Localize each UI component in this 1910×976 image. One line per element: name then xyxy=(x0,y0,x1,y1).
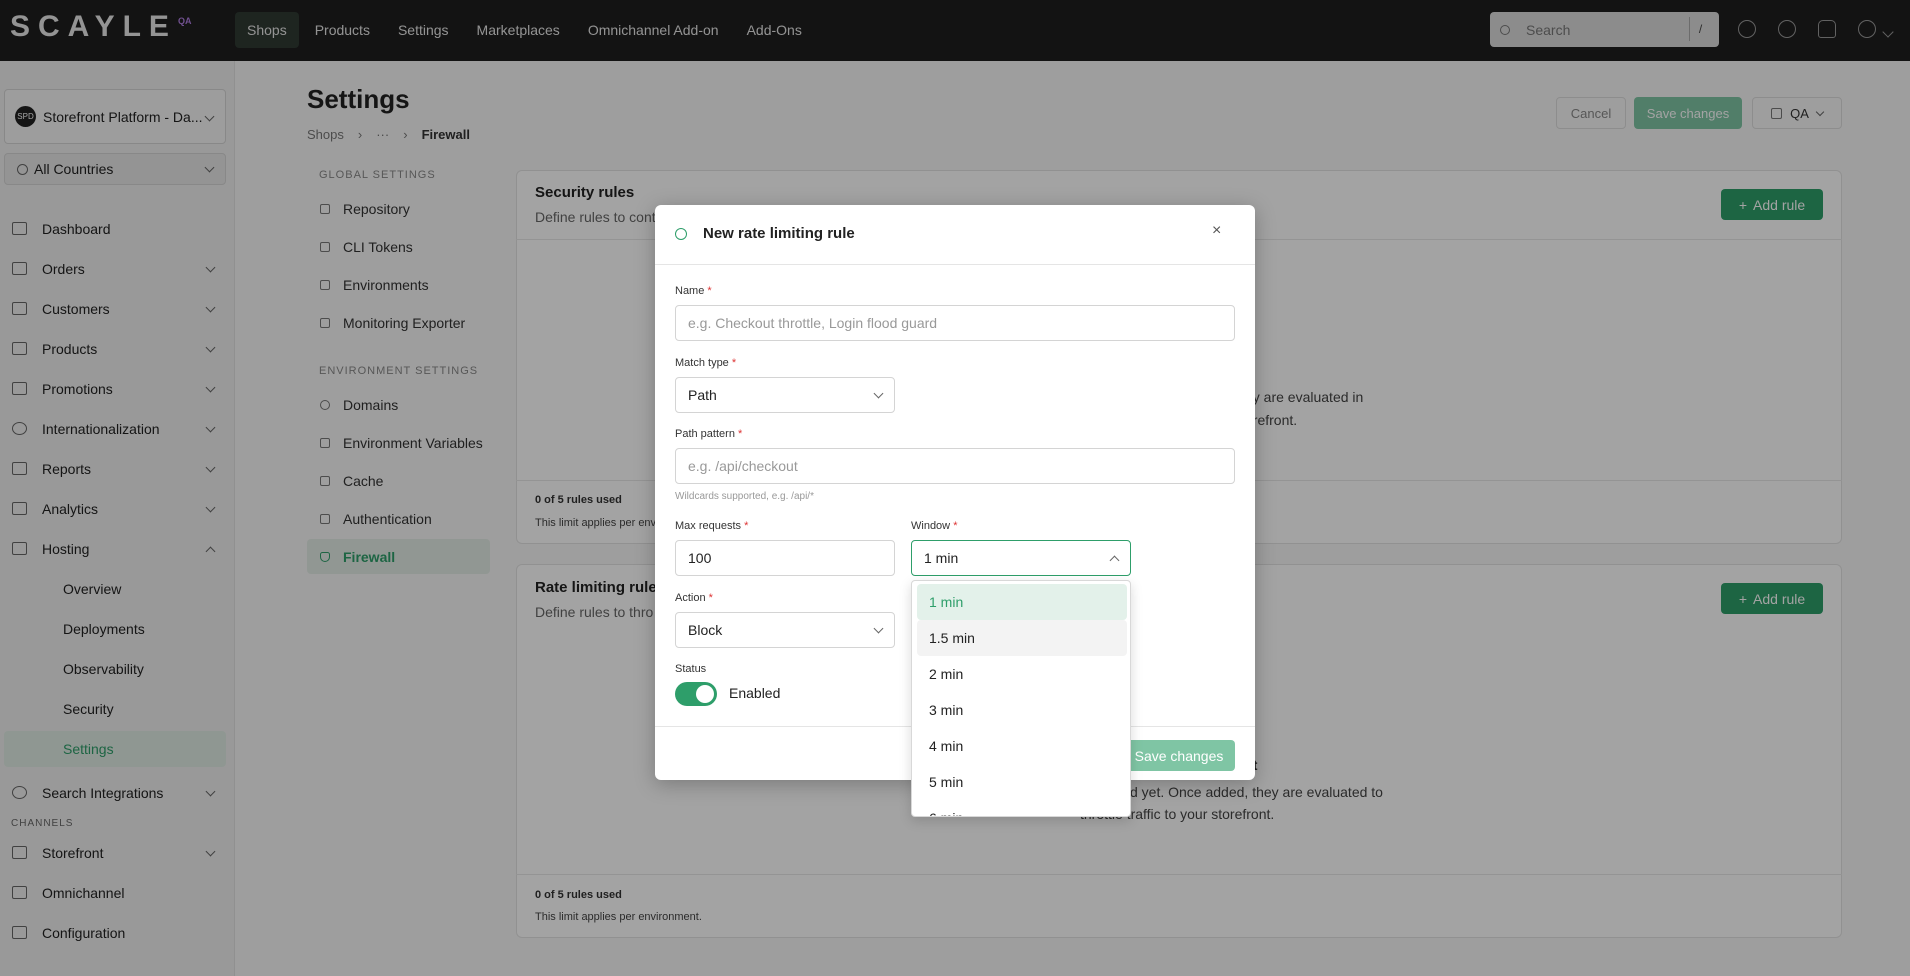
window-label: Window * xyxy=(911,520,957,532)
max-requests-label: Max requests * xyxy=(675,520,748,532)
chevron-down-icon xyxy=(873,623,884,634)
match-type-label: Match type * xyxy=(675,357,736,369)
action-value: Block xyxy=(688,622,723,638)
required-mark: * xyxy=(953,520,958,532)
window-option-1-min[interactable]: 1 min xyxy=(917,584,1127,620)
chevron-up-icon xyxy=(1109,555,1120,566)
name-label: Name * xyxy=(675,285,712,297)
required-mark: * xyxy=(708,592,713,604)
modal-header: New rate limiting rule × xyxy=(655,205,1255,265)
action-label: Action * xyxy=(675,592,713,604)
action-label-text: Action xyxy=(675,592,706,604)
window-label-text: Window xyxy=(911,520,951,532)
window-dropdown: 1 min 1.5 min 2 min 3 min 4 min 5 min 6 … xyxy=(911,580,1131,817)
match-type-select[interactable]: Path xyxy=(675,377,895,413)
action-select[interactable]: Block xyxy=(675,612,895,648)
path-pattern-label: Path pattern * xyxy=(675,428,742,440)
window-option-4-min[interactable]: 4 min xyxy=(917,728,1127,764)
required-mark: * xyxy=(707,285,712,297)
window-option-6-min[interactable]: 6 min xyxy=(917,800,1127,816)
status-value: Enabled xyxy=(729,685,781,701)
close-icon[interactable]: × xyxy=(1212,222,1221,240)
window-option-3-min[interactable]: 3 min xyxy=(917,692,1127,728)
chevron-down-icon xyxy=(873,388,884,399)
max-requests-value: 100 xyxy=(688,550,712,566)
required-mark: * xyxy=(744,520,749,532)
modal-title: New rate limiting rule xyxy=(703,225,855,242)
path-pattern-placeholder: e.g. /api/checkout xyxy=(688,458,798,474)
max-requests-field[interactable]: 100 xyxy=(675,540,895,576)
name-label-text: Name xyxy=(675,285,705,297)
status-label: Status xyxy=(675,663,707,675)
match-type-value: Path xyxy=(688,387,717,403)
path-pattern-label-text: Path pattern xyxy=(675,428,735,440)
name-placeholder: e.g. Checkout throttle, Login flood guar… xyxy=(688,315,938,331)
modal-save-button[interactable]: Save changes xyxy=(1123,740,1235,771)
match-type-label-text: Match type xyxy=(675,357,729,369)
path-pattern-hint: Wildcards supported, e.g. /api/* xyxy=(675,491,814,502)
name-field[interactable]: e.g. Checkout throttle, Login flood guar… xyxy=(675,305,1235,341)
window-option-5-min[interactable]: 5 min xyxy=(917,764,1127,800)
timer-icon xyxy=(675,228,687,240)
path-pattern-field[interactable]: e.g. /api/checkout xyxy=(675,448,1235,484)
window-option-1-5-min[interactable]: 1.5 min xyxy=(917,620,1127,656)
window-value: 1 min xyxy=(924,550,959,566)
status-toggle[interactable] xyxy=(675,682,717,706)
window-option-2-min[interactable]: 2 min xyxy=(917,656,1127,692)
max-requests-label-text: Max requests xyxy=(675,520,742,532)
window-select[interactable]: 1 min xyxy=(911,540,1131,576)
required-mark: * xyxy=(738,428,743,440)
required-mark: * xyxy=(731,357,737,369)
